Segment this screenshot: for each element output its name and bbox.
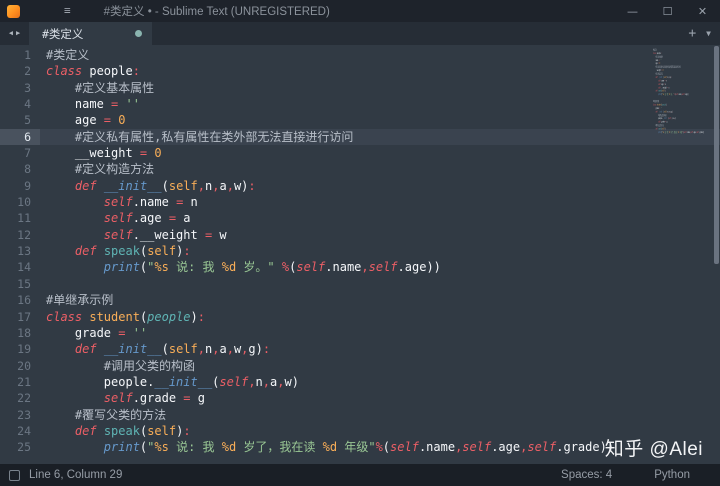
code-line[interactable]: 4 name = '' — [0, 96, 720, 112]
tab-label: #类定义 — [42, 26, 83, 42]
code-line[interactable]: 8 #定义构造方法 — [0, 161, 720, 177]
line-number: 11 — [0, 210, 40, 226]
code-line[interactable]: 15 — [0, 276, 720, 292]
line-number: 23 — [0, 407, 40, 423]
code-line[interactable]: 23 #覆写父类的方法 — [0, 407, 720, 423]
syntax-name[interactable]: Python — [654, 469, 690, 481]
editor[interactable]: 1#类定义2class people:3 #定义基本属性4 name = ''5… — [0, 45, 720, 464]
code-line[interactable]: 6 #定义私有属性,私有属性在类外部无法直接进行访问 — [0, 129, 720, 145]
sublime-window: ≡ #类定义 • - Sublime Text (UNREGISTERED) —… — [0, 0, 720, 486]
line-number: 19 — [0, 341, 40, 357]
line-number: 5 — [0, 112, 40, 128]
line-number: 15 — [0, 276, 40, 292]
indent-setting[interactable]: Spaces: 4 — [561, 469, 612, 481]
line-number: 8 — [0, 161, 40, 177]
code-line[interactable]: 7 __weight = 0 — [0, 145, 720, 161]
code-line[interactable]: 9 def __init__(self,n,a,w): — [0, 178, 720, 194]
tab-bar: ◀ ▶ #类定义 + ▼ — [0, 22, 720, 45]
code-line[interactable]: 20 #调用父类的构函 — [0, 358, 720, 374]
code-line[interactable]: 16#单继承示例 — [0, 292, 720, 308]
watermark: 知乎 @Alei — [605, 434, 703, 461]
code-line[interactable]: 13 def speak(self): — [0, 243, 720, 259]
code-line[interactable]: 2class people: — [0, 63, 720, 79]
line-number: 12 — [0, 227, 40, 243]
code-line[interactable]: 10 self.name = n — [0, 194, 720, 210]
code-line[interactable]: 5 age = 0 — [0, 112, 720, 128]
line-number: 16 — [0, 292, 40, 308]
code-line[interactable]: 11 self.age = a — [0, 210, 720, 226]
line-number: 13 — [0, 243, 40, 259]
window-title: #类定义 • - Sublime Text (UNREGISTERED) — [104, 3, 330, 19]
scrollbar-thumb[interactable] — [714, 46, 719, 264]
sublime-logo-icon — [7, 5, 20, 18]
close-button[interactable]: ✕ — [685, 0, 720, 22]
line-number: 22 — [0, 390, 40, 406]
line-number: 25 — [0, 439, 40, 455]
code-lines: 1#类定义2class people:3 #定义基本属性4 name = ''5… — [0, 47, 720, 456]
line-number: 21 — [0, 374, 40, 390]
code-line[interactable]: 18 grade = '' — [0, 325, 720, 341]
code-line[interactable]: 19 def __init__(self,n,a,w,g): — [0, 341, 720, 357]
line-number: 18 — [0, 325, 40, 341]
line-number: 3 — [0, 80, 40, 96]
tab-nav-box: ◀ ▶ — [0, 22, 29, 45]
line-number: 14 — [0, 259, 40, 275]
code-line[interactable]: 17class student(people): — [0, 309, 720, 325]
code-line[interactable]: 3 #定义基本属性 — [0, 80, 720, 96]
menu-icon[interactable]: ≡ — [64, 0, 71, 22]
code-line[interactable]: 22 self.grade = g — [0, 390, 720, 406]
minimap[interactable]: #类定义class people: #定义基本属性 name = '' age … — [653, 48, 711, 160]
cursor-position: Line 6, Column 29 — [29, 469, 122, 481]
code-line[interactable]: 1#类定义 — [0, 47, 720, 63]
line-number: 24 — [0, 423, 40, 439]
code-line[interactable]: 14 print("%s 说: 我 %d 岁。" %(self.name,sel… — [0, 259, 720, 275]
minimize-button[interactable]: — — [615, 0, 650, 22]
nav-forward-icon[interactable]: ▶ — [16, 30, 20, 37]
code-line[interactable]: 21 people.__init__(self,n,a,w) — [0, 374, 720, 390]
tab-overflow-button[interactable]: ▼ — [706, 30, 711, 38]
modified-dot-icon — [135, 30, 142, 37]
line-number: 4 — [0, 96, 40, 112]
tab-classdef[interactable]: #类定义 — [29, 22, 152, 45]
status-bar: Line 6, Column 29 Spaces: 4 Python — [0, 464, 720, 486]
nav-back-icon[interactable]: ◀ — [9, 30, 13, 37]
line-number: 2 — [0, 63, 40, 79]
line-number: 17 — [0, 309, 40, 325]
code-line[interactable]: 12 self.__weight = w — [0, 227, 720, 243]
line-number: 9 — [0, 178, 40, 194]
line-number: 1 — [0, 47, 40, 63]
line-number: 6 — [0, 129, 40, 145]
line-number: 10 — [0, 194, 40, 210]
new-tab-button[interactable]: + — [688, 27, 696, 40]
line-number: 20 — [0, 358, 40, 374]
panel-toggle-icon[interactable] — [9, 470, 20, 481]
maximize-button[interactable]: ☐ — [650, 0, 685, 22]
minimap-content: #类定义class people: #定义基本属性 name = '' age … — [653, 48, 711, 134]
window-titlebar: ≡ #类定义 • - Sublime Text (UNREGISTERED) —… — [0, 0, 720, 22]
line-number: 7 — [0, 145, 40, 161]
